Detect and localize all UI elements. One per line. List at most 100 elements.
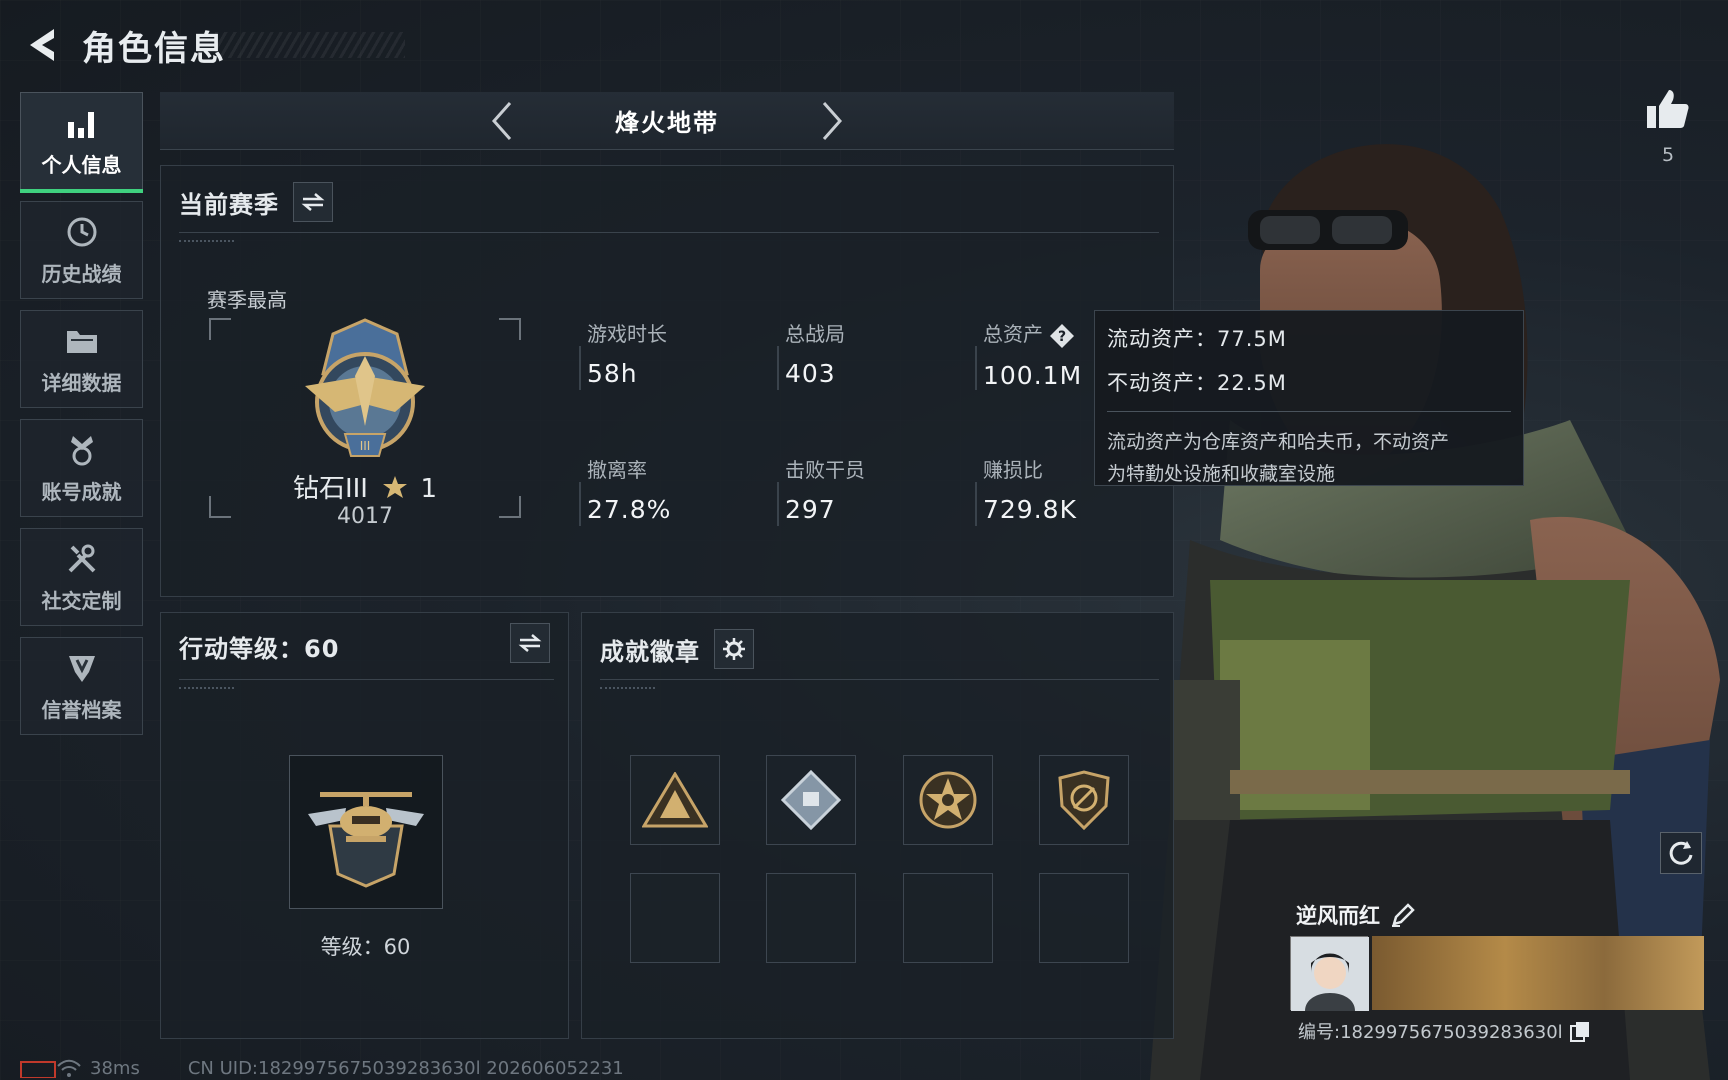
chevron-left-icon [491, 101, 512, 140]
rank-emblem-icon: III [305, 318, 425, 457]
achievement-badges-panel: 成就徽章 [581, 612, 1174, 1039]
assets-tooltip: 流动资产：77.5M 不动资产：22.5M 流动资产为仓库资产和哈夫币，不动资产… [1094, 310, 1524, 486]
level-text: 等级：60 [320, 935, 411, 959]
sidebar-item-social[interactable]: 社交定制 [20, 528, 143, 626]
divider [600, 679, 1159, 680]
corner-decoration [499, 318, 521, 340]
badge-slot-empty[interactable] [903, 873, 993, 963]
tooltip-liquid-assets: 流动资产：77.5M [1107, 327, 1287, 351]
stat-label: 击败干员 [785, 458, 865, 482]
shield-badge-icon [1058, 770, 1110, 830]
sidebar-item-label: 社交定制 [41, 588, 122, 613]
action-level-panel: 行动等级：60 等级：60 [160, 612, 569, 1039]
tools-icon [64, 541, 100, 577]
triangle-badge-icon [642, 772, 708, 828]
mode-next-button[interactable] [812, 96, 852, 146]
star-icon [383, 476, 408, 498]
ping-text: 38ms [90, 1057, 140, 1079]
sidebar-item-match-history[interactable]: 历史战绩 [20, 201, 143, 299]
badge-slot[interactable] [1039, 755, 1129, 845]
shield-icon [64, 650, 100, 686]
star-badge-icon [919, 771, 977, 829]
stat-label: 撤离率 [587, 458, 647, 482]
sidebar-item-label: 信誉档案 [41, 697, 122, 722]
edit-icon[interactable] [1390, 902, 1416, 928]
swap-icon [301, 193, 325, 211]
mode-title: 烽火地带 [615, 109, 719, 137]
sidebar-item-achievements[interactable]: 账号成就 [20, 419, 143, 517]
medal-icon [64, 432, 100, 468]
stat-value: 403 [785, 359, 836, 388]
monitor-icon [20, 1058, 56, 1078]
gear-icon [723, 638, 745, 660]
season-switch-button[interactable] [293, 182, 333, 222]
stat-value: 297 [785, 495, 836, 524]
rank-name-line: 钻石III 1 [209, 468, 521, 505]
stat-label: 总战局 [785, 322, 845, 346]
sidebar-item-reputation[interactable]: 信誉档案 [20, 637, 143, 735]
stat-value: 27.8% [587, 495, 672, 524]
page-title: 角色信息 [82, 28, 226, 69]
help-icon[interactable]: ? [1049, 323, 1075, 349]
stat-total-matches: 总战局 403 [777, 318, 955, 390]
back-button[interactable] [20, 23, 64, 67]
tooltip-desc-line: 为特勤处设施和收藏室设施 [1107, 463, 1336, 485]
level-switch-button[interactable] [510, 623, 550, 663]
stat-operator-kills: 击败干员 297 [777, 454, 955, 526]
badge-slot[interactable] [903, 755, 993, 845]
tooltip-fixed-assets: 不动资产：22.5M [1107, 371, 1287, 395]
badge-slot-empty[interactable] [1039, 873, 1129, 963]
tooltip-desc-line: 流动资产为仓库资产和哈夫币，不动资产 [1107, 431, 1450, 453]
tooltip-description: 流动资产为仓库资产和哈夫币，不动资产 为特勤处设施和收藏室设施 [1107, 426, 1511, 490]
tooltip-divider [1107, 411, 1511, 412]
like-button[interactable] [1645, 86, 1691, 132]
stat-value: 729.8K [983, 495, 1077, 524]
stat-extraction-rate: 撤离率 27.8% [579, 454, 757, 526]
diamond-badge-icon [781, 770, 841, 830]
player-name-row: 逆风而红 [1296, 900, 1416, 930]
sidebar-item-detailed-data[interactable]: 详细数据 [20, 310, 143, 408]
rotate-icon [1669, 841, 1693, 865]
divider [179, 679, 554, 680]
season-title: 当前赛季 [179, 190, 279, 219]
sidebar-item-label: 详细数据 [41, 370, 122, 395]
badge-slot-empty[interactable] [630, 873, 720, 963]
thumbs-up-icon [1647, 90, 1689, 128]
player-id: 编号:1829975675039283630l [1298, 1022, 1563, 1043]
mode-prev-button[interactable] [482, 96, 522, 146]
level-emblem-box [289, 755, 443, 909]
badges-title: 成就徽章 [600, 637, 700, 666]
like-count: 5 [1661, 144, 1675, 166]
divider [179, 232, 1159, 233]
clock-icon [64, 214, 100, 250]
rank-box: III 钻石III 1 4017 [209, 318, 521, 529]
season-best-label: 赛季最高 [207, 288, 287, 312]
svg-text:III: III [360, 439, 371, 453]
status-footer: 38ms CN UID:1829975675039283630l 2026060… [20, 1056, 624, 1080]
sidebar-item-personal-info[interactable]: 个人信息 [20, 92, 143, 193]
player-card[interactable] [1290, 936, 1704, 1011]
stat-value: 58h [587, 359, 638, 388]
stat-label: 总资产 [983, 322, 1043, 346]
swap-icon [518, 634, 542, 652]
folder-icon [64, 323, 100, 359]
badges-settings-button[interactable] [714, 629, 754, 669]
copy-icon[interactable] [1569, 1020, 1591, 1042]
level-header: 行动等级：60 [179, 629, 339, 664]
wifi-icon [56, 1058, 82, 1078]
chevron-right-icon [822, 101, 843, 140]
stat-label: 游戏时长 [587, 322, 667, 346]
badge-slot[interactable] [766, 755, 856, 845]
badge-slot-empty[interactable] [766, 873, 856, 963]
season-panel: 当前赛季 赛季最高 III 钻石III 1 4017 游戏时长 58h 总战局 … [160, 165, 1174, 597]
rank-score: 4017 [337, 504, 393, 529]
player-name: 逆风而红 [1296, 904, 1380, 928]
rank-name: 钻石III [292, 474, 368, 504]
rotate-view-button[interactable] [1660, 832, 1702, 874]
divider-dots [600, 687, 655, 691]
sidebar: 个人信息 历史战绩 详细数据 账号成就 社交定制 信誉档案 [20, 92, 143, 746]
sidebar-item-label: 账号成就 [41, 479, 122, 504]
title-decoration [215, 32, 405, 58]
badge-slot[interactable] [630, 755, 720, 845]
back-arrow-icon [30, 29, 54, 61]
